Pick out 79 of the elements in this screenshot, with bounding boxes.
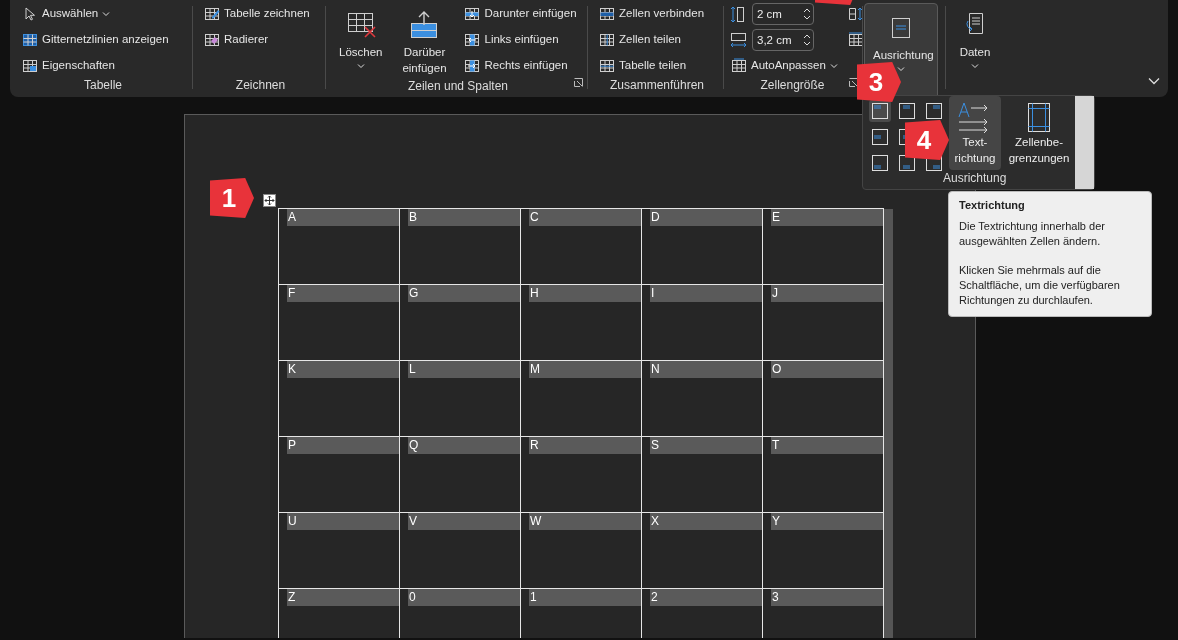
- spin-arrows-icon[interactable]: [803, 32, 811, 48]
- group-label: Ausrichtung: [943, 170, 1007, 187]
- ribbon-button[interactable]: Eigenschaften: [20, 55, 171, 77]
- tooltip-text: Klicken Sie mehrmals auf die Schaltfläche, um die verfügbaren Richtungen zu durchlaufen.: [959, 263, 1121, 308]
- table-cell[interactable]: G: [399, 284, 521, 361]
- ribbon-large-button[interactable]: Daten: [955, 3, 995, 71]
- column-width-icon: [729, 30, 748, 50]
- table-cell[interactable]: O: [762, 360, 884, 437]
- alignment-option[interactable]: [896, 100, 918, 122]
- table-cell[interactable]: L: [399, 360, 521, 437]
- table-cell[interactable]: C: [520, 208, 642, 285]
- table-cell[interactable]: X: [641, 512, 763, 589]
- table-cell[interactable]: K: [278, 360, 400, 437]
- ribbon-button[interactable]: Gitternetzlinien anzeigen: [20, 29, 171, 51]
- pencil-table-icon: [204, 6, 220, 22]
- step-callout-overlay: 3: [857, 62, 901, 102]
- table-cell[interactable]: D: [641, 208, 763, 285]
- table-cell[interactable]: J: [762, 284, 884, 361]
- table-cell[interactable]: S: [641, 436, 763, 513]
- alignment-option[interactable]: [923, 100, 945, 122]
- ribbon-button[interactable]: Tabelle teilen: [597, 55, 707, 77]
- insert-column-left-icon: [464, 32, 481, 48]
- ribbon-button[interactable]: Darunter einfügen: [462, 3, 579, 25]
- distribute-columns-icon[interactable]: [847, 32, 864, 48]
- spin-field[interactable]: 2 cm: [752, 3, 814, 25]
- ribbon-button[interactable]: AutoAnpassen: [729, 55, 840, 77]
- alignment-option[interactable]: [869, 152, 891, 174]
- table-cell[interactable]: F: [278, 284, 400, 361]
- table-cell[interactable]: R: [520, 436, 642, 513]
- table-cell[interactable]: A: [278, 208, 400, 285]
- table-cell[interactable]: B: [399, 208, 521, 285]
- group-label: Tabelle: [84, 77, 122, 94]
- ribbon-button[interactable]: Zellen verbinden: [597, 3, 707, 25]
- alignment-option[interactable]: [869, 100, 891, 122]
- table-cell[interactable]: U: [278, 512, 400, 589]
- table-cell[interactable]: W: [520, 512, 642, 589]
- table-cell[interactable]: Z: [278, 588, 400, 638]
- group-label: Zeichnen: [235, 77, 286, 94]
- distribute-rows-icon[interactable]: [847, 6, 864, 22]
- table-cell[interactable]: T: [762, 436, 884, 513]
- spin-arrows-icon[interactable]: [803, 6, 811, 22]
- panel-button[interactable]: Zellenbe-grenzungen: [1001, 96, 1077, 170]
- table-cell[interactable]: P: [278, 436, 400, 513]
- spin-field[interactable]: 3,2 cm: [752, 29, 814, 51]
- eraser-icon: [204, 32, 220, 48]
- tooltip-title: Textrichtung: [959, 198, 1026, 213]
- grid-icon: [22, 32, 38, 48]
- table-cell[interactable]: Q: [399, 436, 521, 513]
- group-label: Zellengröße: [760, 77, 825, 94]
- ribbon-button[interactable]: Rechts einfügen: [462, 55, 579, 77]
- collapse-ribbon-icon: [1148, 76, 1160, 85]
- table-cell[interactable]: Y: [762, 512, 884, 589]
- split-cells-icon: [599, 32, 615, 48]
- table-cell[interactable]: V: [399, 512, 521, 589]
- ribbon-button[interactable]: Auswählen: [20, 3, 171, 25]
- ribbon-large-button[interactable]: Darüber einfügen: [392, 3, 457, 78]
- autofit-icon: [731, 58, 747, 74]
- tooltip-text: Die Textrichtung innerhalb der ausgewählten Zellen ändern.: [959, 219, 1106, 249]
- ribbon-button[interactable]: Tabelle zeichnen: [202, 3, 312, 25]
- table-cell[interactable]: H: [520, 284, 642, 361]
- cursor-icon: [22, 6, 38, 22]
- insert-row-below-icon: [464, 6, 481, 22]
- table-properties-icon: [22, 58, 38, 74]
- move-handle-icon[interactable]: [263, 194, 276, 207]
- split-table-icon: [599, 58, 615, 74]
- merge-cells-icon: [599, 6, 615, 22]
- panel-button[interactable]: Text-richtung: [949, 96, 1001, 170]
- table-cell[interactable]: I: [641, 284, 763, 361]
- ribbon-button[interactable]: Links einfügen: [462, 29, 579, 51]
- ribbon-large-button[interactable]: Löschen: [335, 3, 387, 71]
- group-label: Zusammenführen: [609, 77, 704, 94]
- table-cell[interactable]: E: [762, 208, 884, 285]
- table-cell[interactable]: N: [641, 360, 763, 437]
- ribbon-button[interactable]: Radierer: [202, 29, 312, 51]
- ribbon-button[interactable]: Zellen teilen: [597, 29, 707, 51]
- insert-column-right-icon: [464, 58, 481, 74]
- group-label: Zeilen und Spalten: [407, 78, 509, 95]
- alignment-option[interactable]: [869, 126, 891, 148]
- table-cell[interactable]: M: [520, 360, 642, 437]
